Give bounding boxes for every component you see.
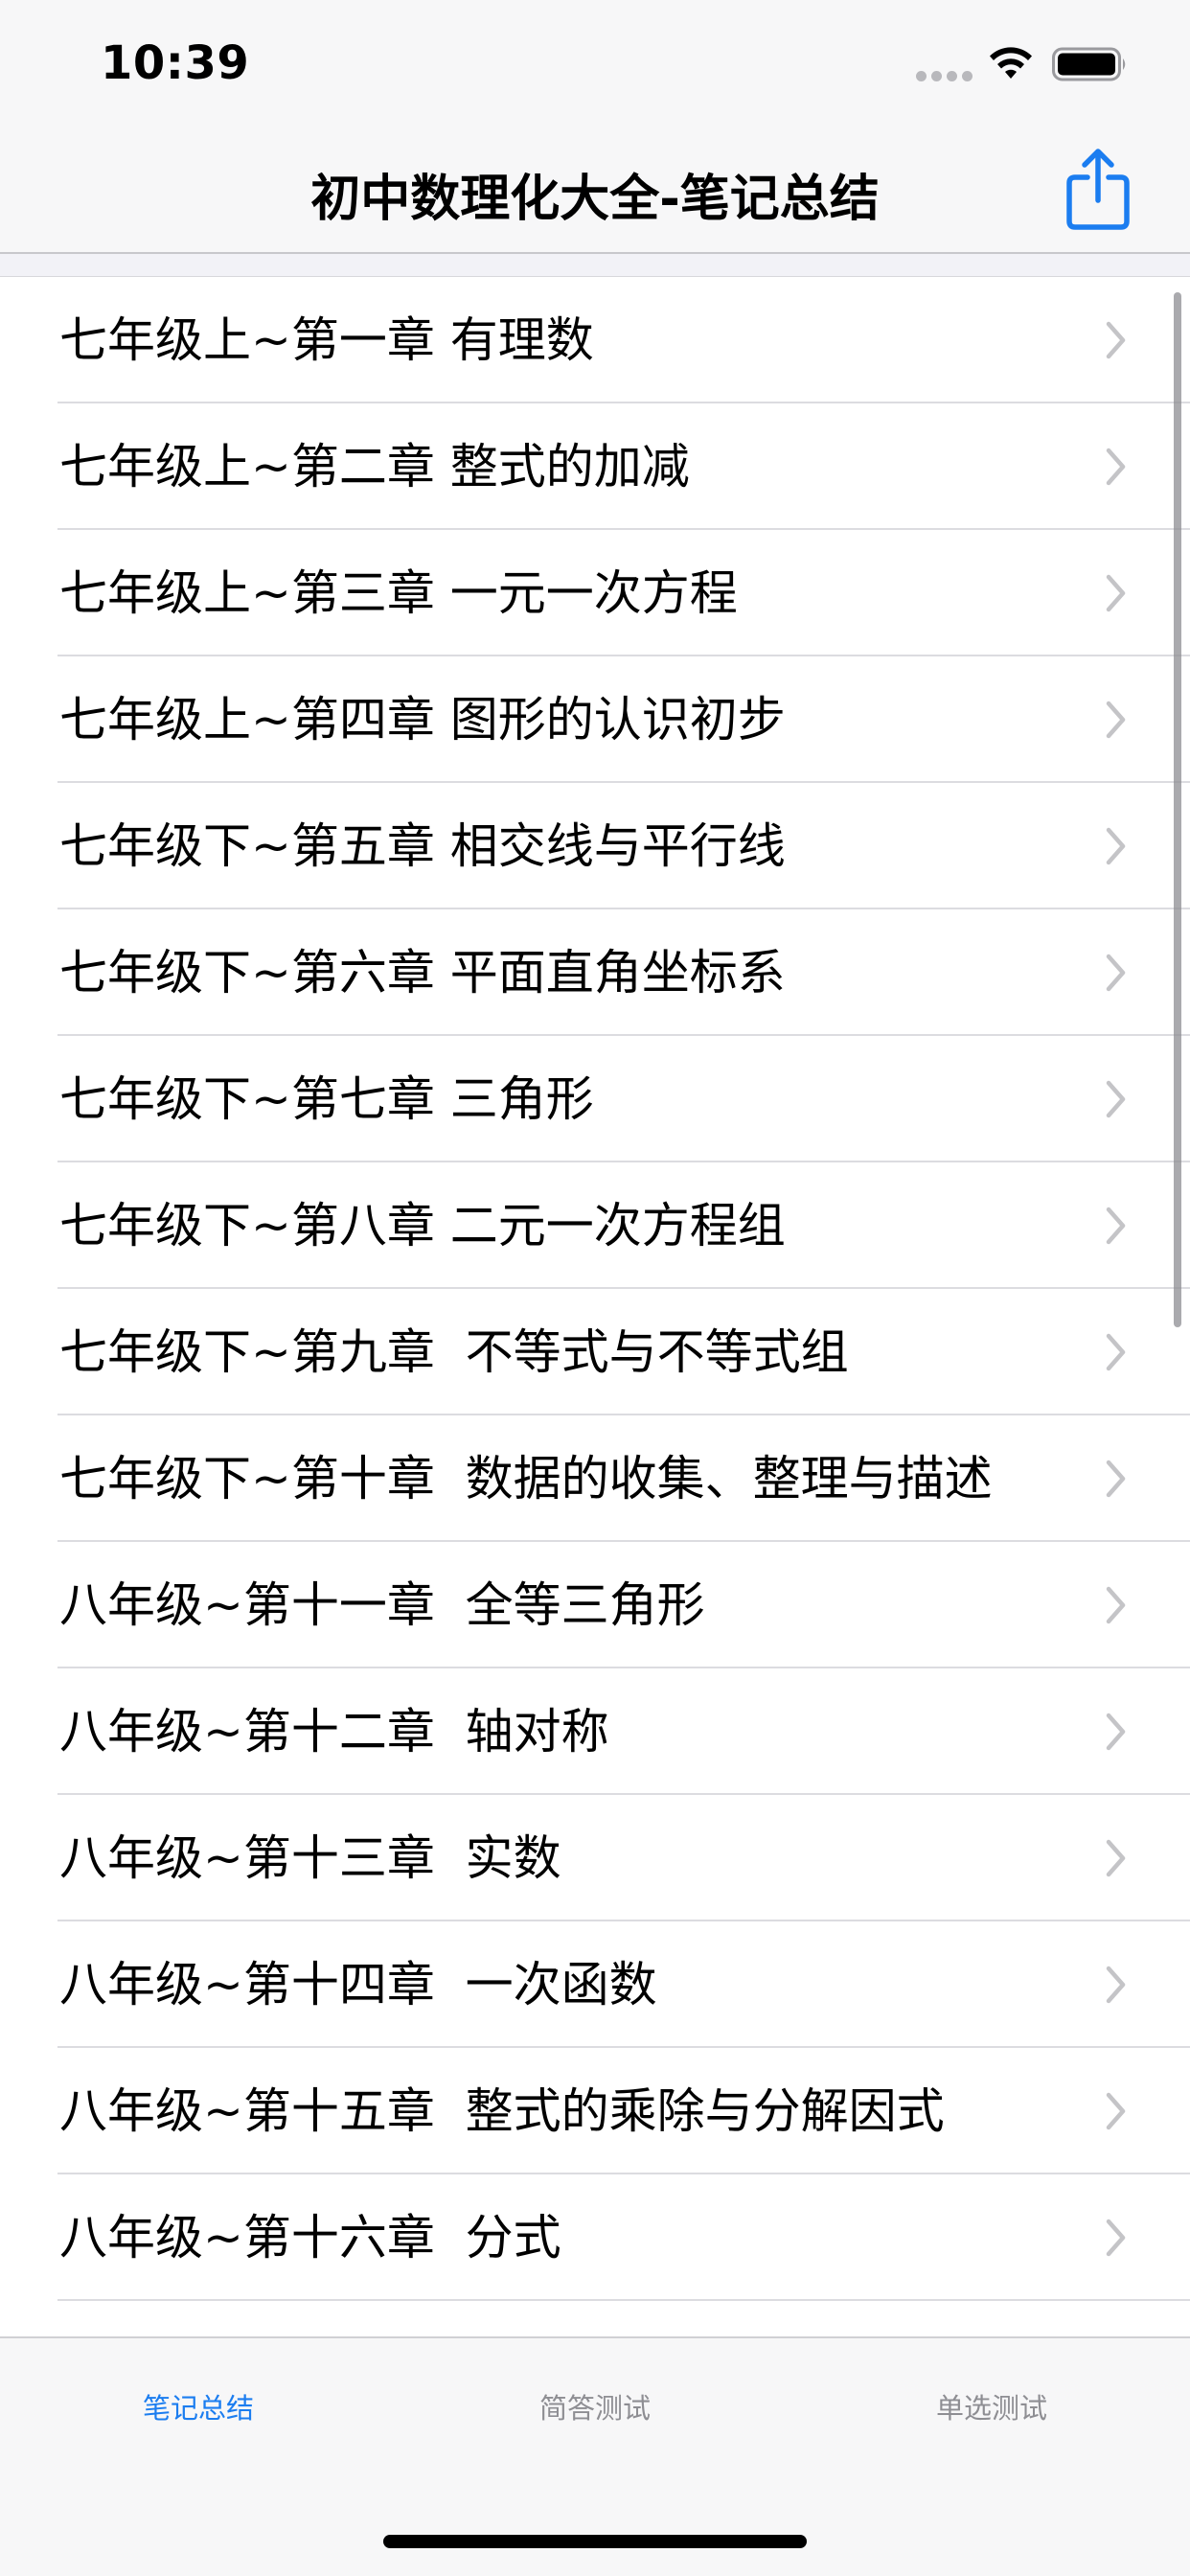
- list-item[interactable]: 八年级~第十六章 分式: [0, 2174, 1190, 2301]
- chevron-right-icon: [1106, 321, 1126, 359]
- cellular-signal-icon: [916, 71, 973, 81]
- list-item-label: 八年级~第十六章 分式: [59, 2210, 561, 2266]
- chevron-right-icon: [1106, 954, 1126, 992]
- list-item[interactable]: 八年级~第十四章 一次函数: [0, 1921, 1190, 2048]
- list-item-label: 七年级上~第二章 整式的加减: [59, 439, 690, 494]
- list-item-label: 七年级下~第十章 数据的收集、整理与描述: [59, 1451, 993, 1506]
- status-bar: 10:39: [0, 0, 1190, 129]
- list-item[interactable]: 七年级下~第十章 数据的收集、整理与描述: [0, 1415, 1190, 1542]
- list-item[interactable]: 七年级下~第九章 不等式与不等式组: [0, 1289, 1190, 1415]
- list-item[interactable]: 八年级~第十二章 轴对称: [0, 1668, 1190, 1795]
- list-item[interactable]: 八年级~第十三章 实数: [0, 1795, 1190, 1921]
- list-item[interactable]: 七年级下~第五章 相交线与平行线: [0, 783, 1190, 909]
- share-icon: [1066, 149, 1130, 230]
- chevron-right-icon: [1106, 2092, 1126, 2130]
- chevron-right-icon: [1106, 1080, 1126, 1118]
- chevron-right-icon: [1106, 448, 1126, 486]
- share-button[interactable]: [1062, 145, 1134, 233]
- list-item-label: 八年级~第十一章 全等三角形: [59, 1577, 705, 1633]
- list-item[interactable]: 七年级下~第八章 二元一次方程组: [0, 1162, 1190, 1289]
- home-indicator[interactable]: [383, 2535, 807, 2548]
- chevron-right-icon: [1106, 1207, 1126, 1245]
- tab-notes-summary[interactable]: 笔记总结: [0, 2386, 397, 2444]
- navigation-bar: 初中数理化大全-笔记总结: [0, 129, 1190, 254]
- list-item-label: 七年级下~第八章 二元一次方程组: [59, 1198, 786, 1254]
- list-item-label: 七年级上~第一章 有理数: [59, 312, 594, 368]
- list-item-label: 八年级~第十五章 整式的乘除与分解因式: [59, 2083, 945, 2139]
- app-screen: 10:39 初中数理化大全-笔记总结 七年级上~第一章 有理数七年级上~第二章 …: [0, 0, 1190, 2576]
- chevron-right-icon: [1106, 827, 1126, 865]
- scroll-indicator[interactable]: [1174, 292, 1181, 1327]
- page-title: 初中数理化大全-笔记总结: [310, 171, 880, 228]
- list-item-label: 七年级下~第七章 三角形: [59, 1071, 594, 1127]
- chevron-right-icon: [1106, 1460, 1126, 1498]
- list-item-label: 七年级下~第九章 不等式与不等式组: [59, 1324, 849, 1380]
- list-item-label: 七年级下~第六章 平面直角坐标系: [59, 945, 786, 1000]
- chevron-right-icon: [1106, 1333, 1126, 1371]
- status-time: 10:39: [101, 36, 250, 90]
- battery-icon: [1052, 47, 1126, 81]
- list-item-label: 八年级~第十三章 实数: [59, 1830, 561, 1886]
- list-item[interactable]: 八年级~第十一章 全等三角形: [0, 1542, 1190, 1668]
- list-item[interactable]: 七年级上~第二章 整式的加减: [0, 403, 1190, 530]
- tab-single-choice-test[interactable]: 单选测试: [793, 2386, 1190, 2444]
- list-item[interactable]: 八年级~第十五章 整式的乘除与分解因式: [0, 2048, 1190, 2174]
- list-item[interactable]: 七年级下~第七章 三角形: [0, 1036, 1190, 1162]
- list-item[interactable]: 七年级上~第四章 图形的认识初步: [0, 656, 1190, 783]
- list-top-inset: [0, 254, 1190, 276]
- list-item[interactable]: 七年级上~第一章 有理数: [0, 277, 1190, 403]
- chevron-right-icon: [1106, 1966, 1126, 2004]
- chevron-right-icon: [1106, 701, 1126, 739]
- list-item-label: 八年级~第十四章 一次函数: [59, 1957, 657, 2012]
- chevron-right-icon: [1106, 2219, 1126, 2257]
- list-item-label: 八年级~第十二章 轴对称: [59, 1704, 609, 1760]
- chevron-right-icon: [1106, 1586, 1126, 1624]
- chevron-right-icon: [1106, 1713, 1126, 1751]
- list-item-label: 七年级上~第四章 图形的认识初步: [59, 692, 786, 748]
- chevron-right-icon: [1106, 574, 1126, 612]
- list-item[interactable]: 七年级下~第六章 平面直角坐标系: [0, 909, 1190, 1036]
- chapter-list[interactable]: 七年级上~第一章 有理数七年级上~第二章 整式的加减 七年级上~第三章 一元一次方…: [0, 276, 1190, 2337]
- tab-short-answer-test[interactable]: 简答测试: [397, 2386, 793, 2444]
- list-item[interactable]: 七年级上~第三章 一元一次方程: [0, 530, 1190, 656]
- wifi-icon: [990, 47, 1032, 79]
- list-item-label: 七年级下~第五章 相交线与平行线: [59, 818, 786, 874]
- chevron-right-icon: [1106, 1839, 1126, 1877]
- list-item-label: 七年级上~第三章 一元一次方程: [59, 565, 738, 621]
